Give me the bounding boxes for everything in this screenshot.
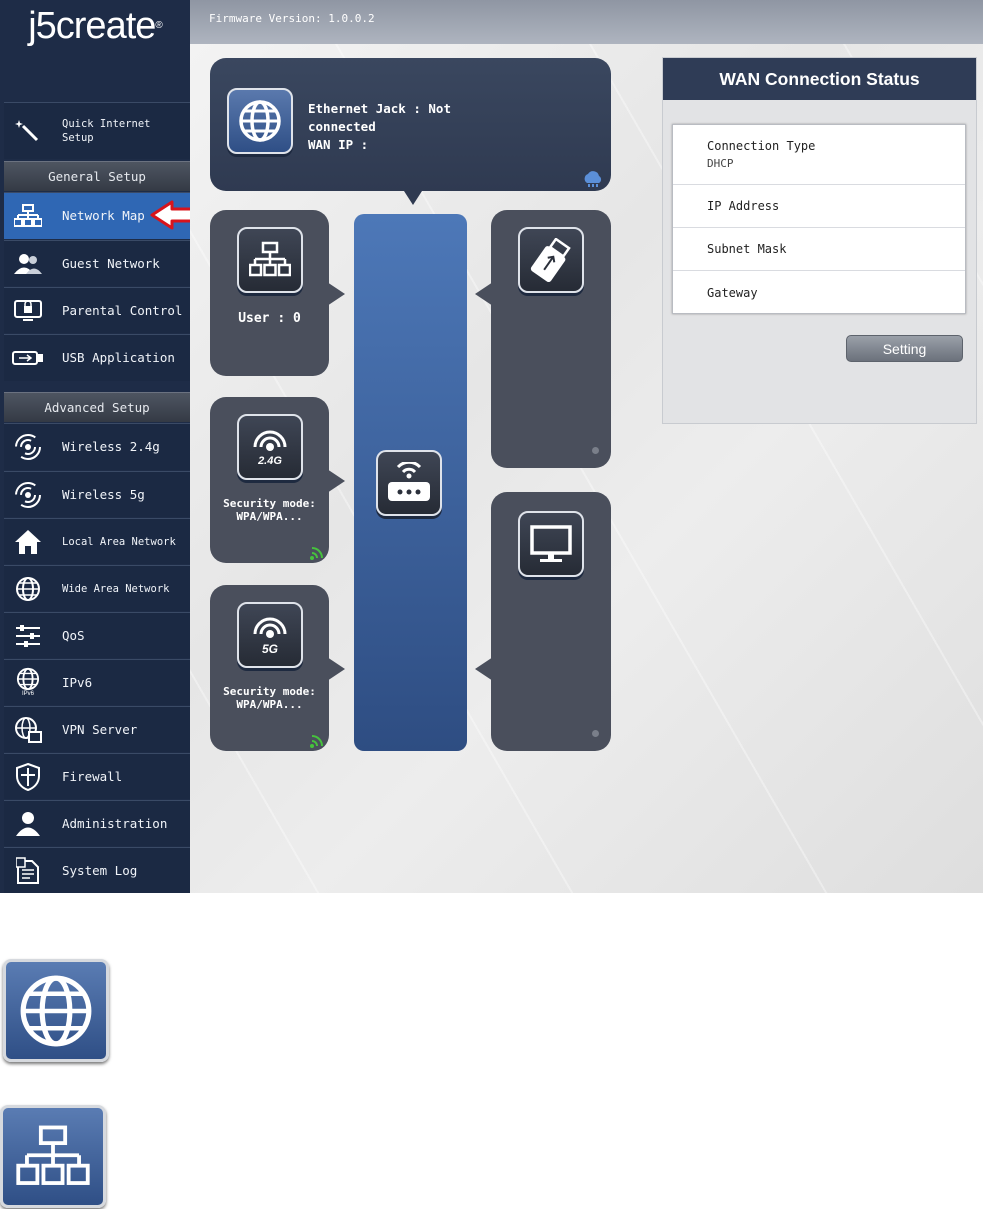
wireless-5g-security: Security mode: WPA/WPA...	[223, 685, 316, 711]
wifi-icon	[4, 424, 52, 470]
network-map-icon	[237, 227, 303, 293]
sidebar-item-system-log[interactable]: System Log	[4, 847, 190, 893]
globe-icon	[4, 566, 52, 611]
wifi-icon	[4, 472, 52, 517]
magic-wand-icon	[4, 103, 52, 159]
signal-icon	[310, 735, 323, 748]
wan-row-gateway: Gateway	[707, 285, 758, 300]
sliders-icon	[4, 613, 52, 658]
internet-status-text: Ethernet Jack : Not connected WAN IP :	[308, 101, 451, 152]
wireless-24g-security: Security mode: WPA/WPA...	[223, 497, 316, 523]
signal-icon	[310, 547, 323, 560]
sidebar-item-label: Wireless 2.4g	[62, 439, 160, 454]
clients-count: User : 0	[238, 311, 301, 326]
globe-icon	[3, 959, 109, 1062]
brand-logo: j5create®	[28, 5, 163, 47]
guests-icon	[4, 241, 52, 286]
ipv6-globe-icon: IPv6	[4, 660, 52, 705]
sidebar-item-qos[interactable]: QoS	[4, 612, 190, 658]
globe-icon	[227, 88, 293, 154]
sidebar-item-label: QoS	[62, 627, 85, 643]
sidebar-item-label: IPv6	[62, 674, 93, 690]
sidebar-item-ipv6[interactable]: IPv6 IPv6	[4, 659, 190, 705]
wan-row-subnet-mask: Subnet Mask	[673, 228, 965, 271]
setting-button[interactable]: Setting	[846, 335, 963, 362]
section-advanced-setup: Advanced Setup	[4, 392, 190, 422]
sidebar-item-usb-application[interactable]: USB Application	[4, 334, 190, 381]
home-icon	[4, 519, 52, 564]
sidebar-item-local-area-network[interactable]: Local Area Network	[4, 518, 190, 564]
sidebar-item-label: VPN Server	[62, 721, 138, 737]
wan-row-connection-type: Connection Type DHCP	[673, 125, 965, 185]
wireless-24g-card[interactable]: 2.4G Security mode: WPA/WPA...	[210, 397, 345, 563]
sidebar-item-administration[interactable]: Administration	[4, 800, 190, 846]
sidebar-item-label: Parental Control	[62, 302, 183, 318]
sidebar-item-label: Wireless 5g	[62, 486, 145, 502]
sidebar-item-label: System Log	[62, 862, 138, 878]
sidebar-item-label: Guest Network	[62, 255, 160, 271]
wireless-5g-card[interactable]: 5G Security mode: WPA/WPA...	[210, 585, 345, 751]
sidebar-item-label: Administration	[62, 815, 168, 831]
media-device-card[interactable]	[475, 492, 611, 751]
sidebar-item-label: USB Application	[62, 350, 175, 365]
usb-stick-icon	[518, 227, 584, 293]
parental-control-icon	[4, 288, 52, 333]
sidebar-item-quick-internet-setup[interactable]: Quick Internet Setup	[4, 102, 190, 159]
clients-card[interactable]: User : 0	[210, 210, 345, 376]
wan-status-title: WAN Connection Status	[663, 58, 976, 100]
section-general-setup: General Setup	[4, 161, 190, 191]
sidebar-item-label: Local Area Network	[62, 535, 176, 548]
wifi-24g-icon: 2.4G	[237, 414, 303, 480]
main-panel: Firmware Version: 1.0.0.2 Ethernet Jack …	[190, 0, 983, 893]
sidebar-item-label: Wide Area Network	[62, 582, 170, 595]
router-icon	[376, 450, 442, 516]
firmware-version: Firmware Version: 1.0.0.2	[209, 12, 375, 25]
wifi-5g-icon: 5G	[237, 602, 303, 668]
sidebar-item-firewall[interactable]: Firewall	[4, 753, 190, 799]
vpn-icon	[4, 707, 52, 752]
top-bar: Firmware Version: 1.0.0.2	[190, 0, 983, 44]
sidebar: j5create® Quick Internet Setup General Se…	[0, 0, 207, 893]
user-icon	[4, 801, 52, 846]
shield-icon	[4, 754, 52, 799]
sidebar-item-label: Firewall	[62, 768, 123, 784]
log-icon	[4, 848, 52, 893]
sidebar-item-wide-area-network[interactable]: Wide Area Network	[4, 565, 190, 611]
wan-status-table: Connection Type DHCP IP Address Subnet M…	[672, 124, 966, 314]
sidebar-item-wireless-5g[interactable]: Wireless 5g	[4, 471, 190, 517]
sidebar-item-parental-control[interactable]: Parental Control	[4, 287, 190, 333]
wan-row-ip-address: IP Address	[673, 185, 965, 228]
cloud-icon	[584, 171, 602, 187]
usb-device-card[interactable]	[475, 210, 611, 468]
usb-icon	[4, 335, 52, 381]
router-column[interactable]	[354, 214, 467, 751]
sidebar-item-label: Network Map	[62, 208, 145, 223]
monitor-icon	[518, 511, 584, 577]
sidebar-item-wireless-24g[interactable]: Wireless 2.4g	[4, 423, 190, 470]
network-map-icon	[0, 1105, 106, 1208]
sidebar-item-guest-network[interactable]: Guest Network	[4, 240, 190, 286]
wan-status-panel: WAN Connection Status Connection Type DH…	[662, 57, 977, 424]
network-map-icon	[4, 193, 52, 239]
internet-status-card[interactable]: Ethernet Jack : Not connected WAN IP :	[210, 58, 611, 205]
sidebar-item-vpn-server[interactable]: VPN Server	[4, 706, 190, 752]
